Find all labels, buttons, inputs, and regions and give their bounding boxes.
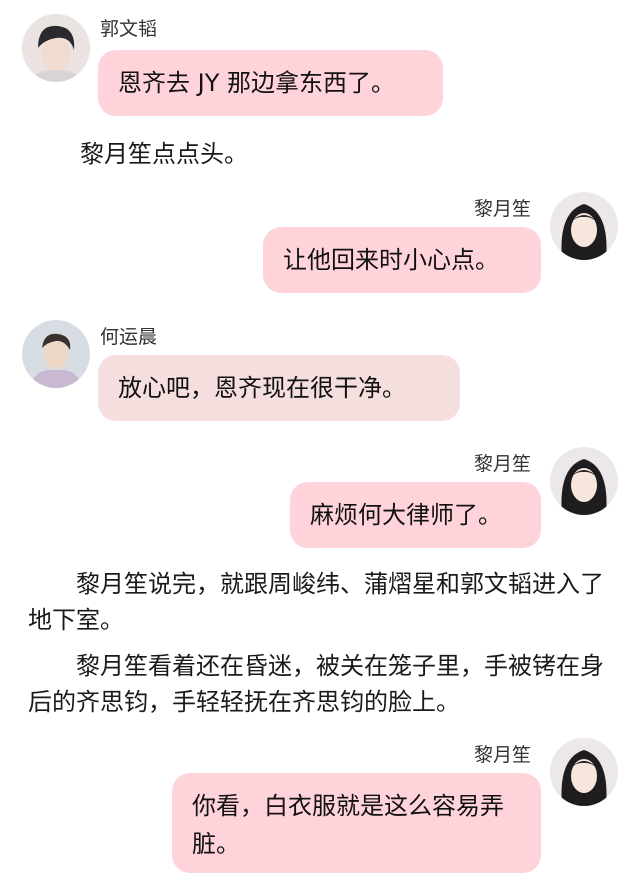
avatar-guo-wentao[interactable] [22, 14, 90, 82]
narration-text: 黎月笙说完，就跟周峻纬、蒲熠星和郭文韬进入了地下室。 [28, 570, 604, 634]
avatar-li-yuesheng[interactable] [550, 738, 618, 806]
sender-name: 郭文韬 [100, 18, 158, 40]
avatar-li-yuesheng[interactable] [550, 447, 618, 515]
sender-name: 黎月笙 [474, 198, 532, 220]
message-bubble[interactable]: 麻烦何大律师了。 [290, 482, 541, 548]
message-bubble[interactable]: 你看，白衣服就是这么容易弄脏。 [172, 773, 541, 873]
narration-text: 黎月笙看着还在昏迷，被关在笼子里，手被铐在身后的齐思钧，手轻轻抚在齐思钧的脸上。 [28, 652, 604, 716]
avatar-li-yuesheng[interactable] [550, 192, 618, 260]
chat-screen: 郭文韬 恩齐去 JY 那边拿东西了。 黎月笙点点头。 黎月笙 让他回来时小心点。… [0, 0, 640, 884]
avatar-he-yunchen[interactable] [22, 320, 90, 388]
message-bubble[interactable]: 恩齐去 JY 那边拿东西了。 [98, 50, 443, 116]
narration-text: 黎月笙点点头。 [80, 140, 248, 168]
sender-name: 何运晨 [100, 326, 158, 348]
message-bubble[interactable]: 让他回来时小心点。 [263, 227, 541, 293]
sender-name: 黎月笙 [474, 744, 532, 766]
message-bubble[interactable]: 放心吧，恩齐现在很干净。 [98, 355, 460, 421]
sender-name: 黎月笙 [474, 453, 532, 475]
